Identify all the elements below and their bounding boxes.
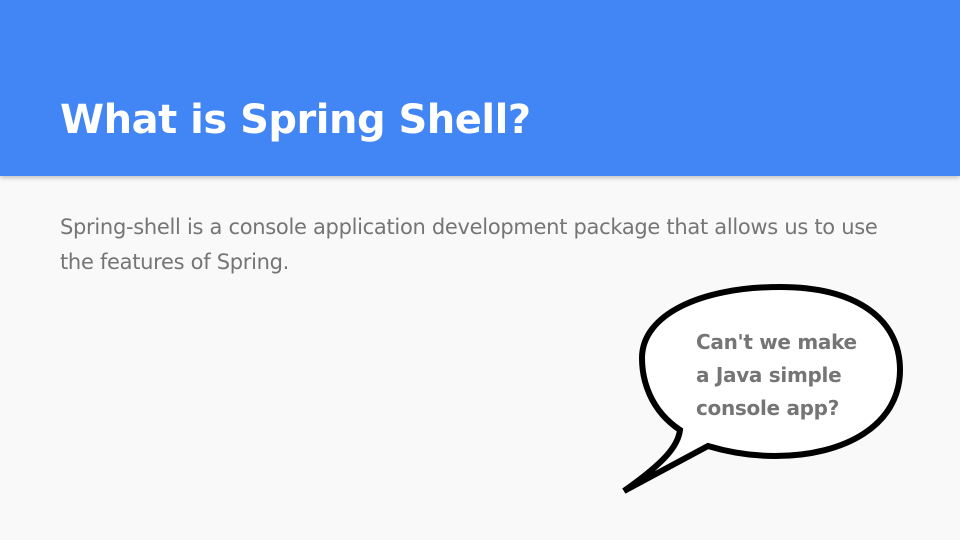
slide-title: What is Spring Shell? xyxy=(60,97,531,143)
title-bar: What is Spring Shell? xyxy=(0,0,960,176)
slide: What is Spring Shell? Spring-shell is a … xyxy=(0,0,960,540)
speech-bubble: Can't we make a Java simple console app? xyxy=(600,270,920,510)
speech-bubble-line-1: Can't we make xyxy=(696,330,857,354)
speech-bubble-line-2: a Java simple xyxy=(696,363,842,387)
speech-bubble-text: Can't we make a Java simple console app? xyxy=(696,326,886,425)
speech-bubble-line-3: console app? xyxy=(696,396,839,420)
